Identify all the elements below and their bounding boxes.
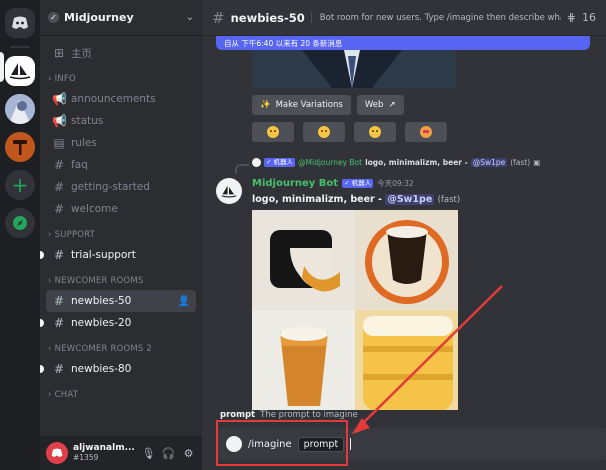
hash-icon: # — [53, 202, 65, 216]
server-avatar-icon — [5, 94, 35, 124]
plus-icon: + — [11, 173, 29, 197]
rules-icon: ▤ — [53, 136, 65, 150]
category-chat[interactable]: › CHAT — [46, 380, 196, 404]
gear-icon[interactable]: ⚙ — [181, 447, 196, 460]
threads-hash-icon: # — [53, 294, 65, 308]
guild-header[interactable]: ✓ Midjourney ⌄ — [40, 0, 202, 36]
hammer-icon — [13, 140, 27, 155]
verified-check-icon: ✓ — [48, 12, 59, 23]
threads-hash-icon: # — [53, 316, 65, 330]
chevron-down-icon[interactable]: ⌄ — [186, 12, 194, 23]
megaphone-icon: 📢 — [52, 92, 67, 106]
add-member-icon[interactable]: 👤 — [178, 296, 190, 307]
discord-logo-icon — [51, 448, 63, 457]
midjourney-sailboat-icon — [9, 63, 31, 80]
chevron-icon: › — [48, 344, 52, 354]
channel-faq[interactable]: # faq — [46, 154, 196, 176]
user-panel: aljwanalm... #1359 🎙 🎧 ⚙ — [40, 436, 202, 470]
chevron-icon: › — [48, 276, 52, 286]
annotation-arrow — [352, 285, 503, 434]
channel-announcements[interactable]: 📢 announcements — [46, 88, 196, 110]
active-server-indicator — [0, 52, 4, 82]
chevron-icon: › — [48, 390, 52, 400]
chevron-icon: › — [48, 230, 52, 240]
unread-indicator — [40, 251, 44, 259]
chat-main: # newbies-50 Bot room for new users. Typ… — [202, 0, 606, 470]
avatar[interactable] — [46, 442, 68, 464]
user-tag: #1359 — [73, 452, 99, 462]
channel-newbies-50[interactable]: # newbies-50 👤 — [46, 290, 196, 312]
hash-icon: # — [53, 248, 65, 262]
microphone-icon[interactable]: 🎙 — [141, 447, 156, 460]
guild-name: Midjourney — [64, 11, 134, 24]
category-newcomer-rooms-2[interactable]: › NEWCOMER ROOMS 2 — [46, 334, 196, 358]
discord-home-button[interactable] — [5, 8, 35, 38]
headphones-icon[interactable]: 🎧 — [161, 447, 176, 460]
channel-welcome[interactable]: # welcome — [46, 198, 196, 220]
channel-getting-started[interactable]: # getting-started — [46, 176, 196, 198]
hash-icon: # — [53, 158, 65, 172]
explore-servers-button[interactable] — [5, 208, 35, 238]
compass-icon — [13, 216, 27, 230]
category-info[interactable]: › INFO — [46, 64, 196, 88]
channel-home[interactable]: ⊞ 主页 — [46, 42, 196, 64]
threads-hash-icon: # — [53, 362, 65, 376]
unread-indicator — [40, 319, 44, 327]
channel-trial-support[interactable]: # trial-support — [40, 244, 196, 266]
server-anime[interactable] — [5, 94, 35, 124]
add-server-button[interactable]: + — [5, 170, 35, 200]
grid-icon: ⊞ — [53, 46, 65, 60]
channel-status[interactable]: 📢 status — [46, 110, 196, 132]
megaphone-icon: 📢 — [52, 114, 67, 128]
channel-sidebar: ✓ Midjourney ⌄ ⊞ 主页 › INFO 📢 announcements … — [40, 0, 202, 470]
unread-indicator — [40, 365, 44, 373]
rail-separator — [10, 46, 30, 48]
server-hammer[interactable] — [5, 132, 35, 162]
server-rail: + — [0, 0, 40, 470]
category-support[interactable]: › SUPPORT — [46, 220, 196, 244]
channel-newbies-80[interactable]: # newbies-80 — [40, 358, 196, 380]
category-newcomer-rooms[interactable]: › NEWCOMER ROOMS — [46, 266, 196, 290]
discord-logo-icon — [12, 16, 28, 29]
chevron-icon: › — [48, 74, 52, 84]
hash-icon: # — [53, 180, 65, 194]
channel-newbies-20[interactable]: # newbies-20 — [40, 312, 196, 334]
channel-rules[interactable]: ▤ rules — [46, 132, 196, 154]
server-midjourney[interactable] — [5, 56, 35, 86]
